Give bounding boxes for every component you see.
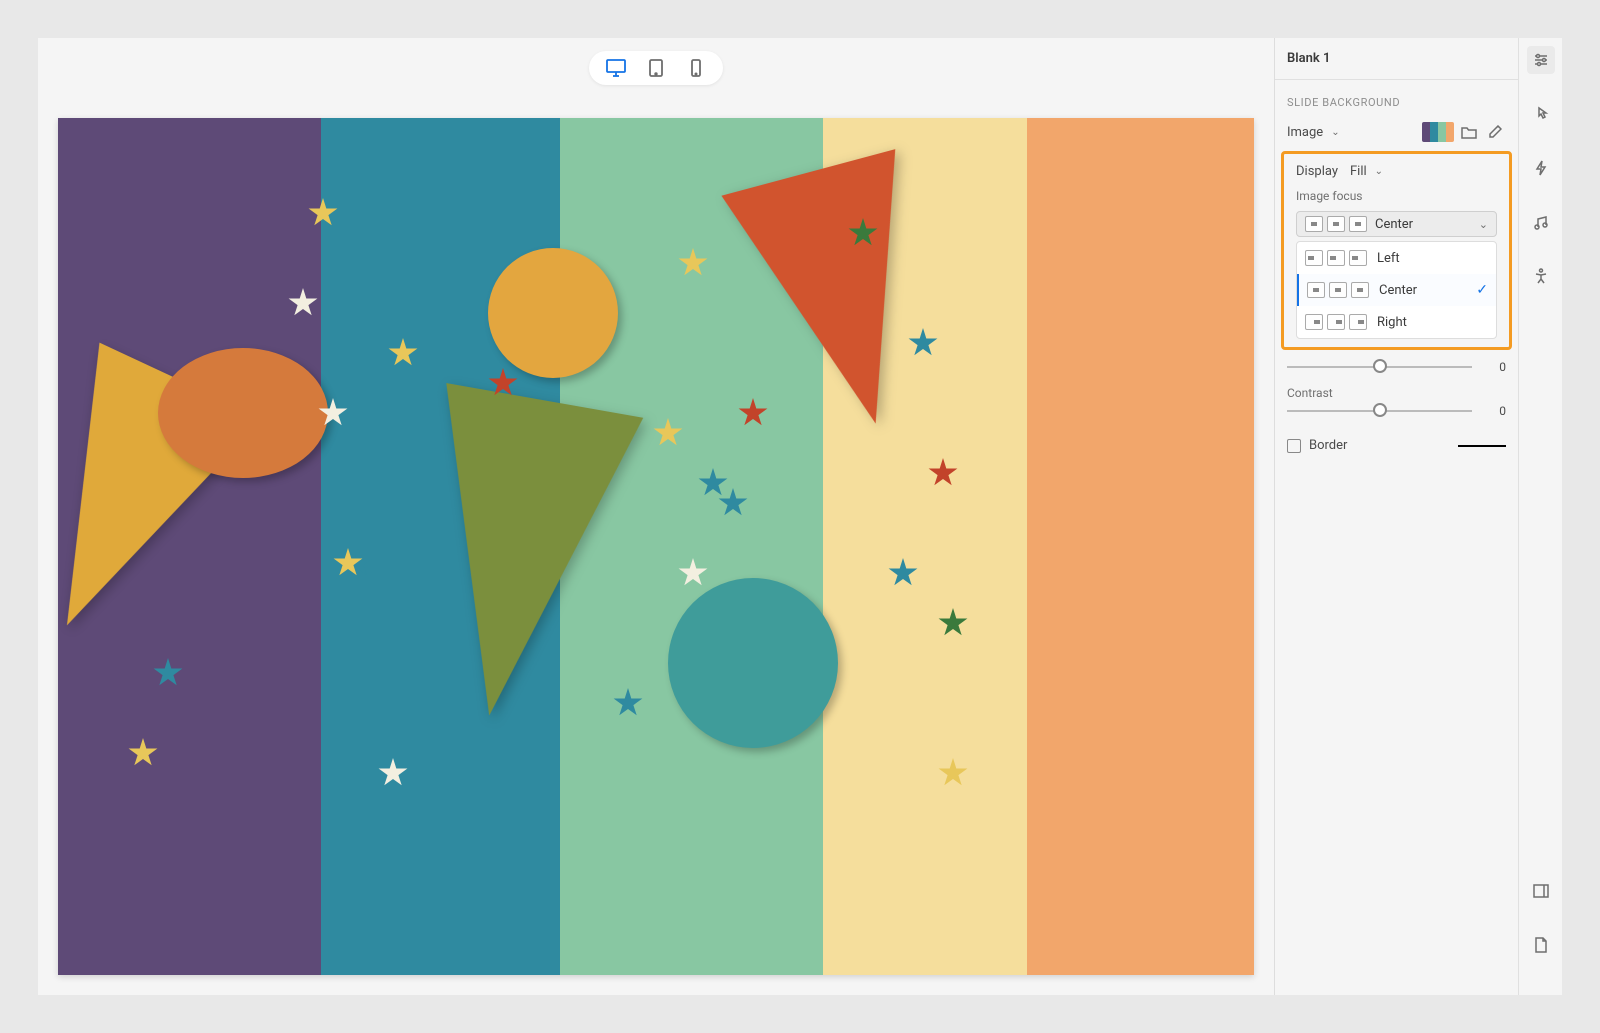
image-focus-label: Image focus	[1290, 183, 1503, 207]
properties-panel: Blank 1 SLIDE BACKGROUND Image ⌄ Disp	[1274, 38, 1518, 995]
chevron-down-icon: ⌄	[1375, 166, 1383, 177]
display-row[interactable]: Display Fill ⌄	[1290, 160, 1503, 183]
accessibility-icon[interactable]	[1527, 262, 1555, 290]
highlighted-section: Display Fill ⌄ Image focus Center ⌄	[1281, 151, 1512, 350]
focus-preview-icon	[1327, 250, 1345, 266]
audio-icon[interactable]	[1527, 208, 1555, 236]
canvas-area	[38, 38, 1274, 995]
slider-value: 0	[1482, 360, 1506, 374]
image-focus-select[interactable]: Center ⌄	[1296, 211, 1497, 237]
display-label: Display	[1296, 164, 1338, 179]
image-focus-dropdown: Left Center ✓	[1296, 241, 1497, 339]
device-switcher	[38, 38, 1274, 98]
focus-preview-icon	[1307, 282, 1325, 298]
focus-option-label: Right	[1377, 315, 1407, 330]
focus-preview-icon	[1327, 216, 1345, 232]
contrast-value: 0	[1482, 404, 1506, 418]
focus-option-right[interactable]: Right	[1297, 306, 1496, 338]
contrast-slider-track[interactable]	[1287, 410, 1472, 412]
contrast-slider-thumb[interactable]	[1373, 403, 1387, 417]
section-title: SLIDE BACKGROUND	[1275, 80, 1518, 117]
slider-track[interactable]	[1287, 366, 1472, 368]
border-label: Border	[1309, 438, 1347, 453]
contrast-row: Contrast 0	[1275, 380, 1518, 424]
edit-icon[interactable]	[1484, 121, 1506, 143]
focus-preview-icon	[1351, 282, 1369, 298]
check-icon: ✓	[1476, 282, 1488, 298]
focus-option-label: Center	[1379, 283, 1417, 298]
phone-device-button[interactable]	[685, 57, 707, 79]
focus-preview-icon	[1349, 250, 1367, 266]
focus-option-center[interactable]: Center ✓	[1297, 274, 1496, 306]
background-type-value: Image	[1287, 125, 1323, 140]
focus-preview-icon	[1329, 282, 1347, 298]
slider-thumb[interactable]	[1373, 359, 1387, 373]
image-thumbnail[interactable]	[1422, 122, 1454, 142]
chevron-down-icon: ⌄	[1331, 127, 1339, 138]
tablet-device-button[interactable]	[645, 57, 667, 79]
folder-icon[interactable]	[1458, 121, 1480, 143]
panel-title: Blank 1	[1275, 38, 1518, 80]
desktop-device-button[interactable]	[605, 57, 627, 79]
document-icon[interactable]	[1527, 931, 1555, 959]
background-type-row[interactable]: Image ⌄	[1275, 117, 1518, 147]
actions-icon[interactable]	[1527, 154, 1555, 182]
focus-preview-icon	[1349, 216, 1367, 232]
border-preview[interactable]	[1458, 445, 1506, 447]
right-icon-rail	[1518, 38, 1562, 995]
focus-option-left[interactable]: Left	[1297, 242, 1496, 274]
interaction-icon[interactable]	[1527, 100, 1555, 128]
border-row: Border	[1275, 424, 1518, 467]
focus-preview-icon	[1305, 314, 1323, 330]
contrast-label: Contrast	[1287, 386, 1506, 400]
border-checkbox[interactable]	[1287, 439, 1301, 453]
display-value: Fill	[1350, 164, 1367, 179]
slider-row-1: 0	[1275, 354, 1518, 380]
focus-preview-icon	[1305, 216, 1323, 232]
chevron-down-icon: ⌄	[1479, 218, 1488, 231]
settings-icon[interactable]	[1527, 46, 1555, 74]
focus-option-label: Left	[1377, 251, 1400, 266]
focus-preview-icon	[1327, 314, 1345, 330]
focus-preview-icon	[1305, 250, 1323, 266]
image-focus-selected: Center	[1375, 217, 1471, 232]
slide-canvas[interactable]	[58, 118, 1254, 975]
focus-preview-icon	[1349, 314, 1367, 330]
slide-background-image	[58, 118, 1254, 975]
panel-toggle-icon[interactable]	[1527, 877, 1555, 905]
